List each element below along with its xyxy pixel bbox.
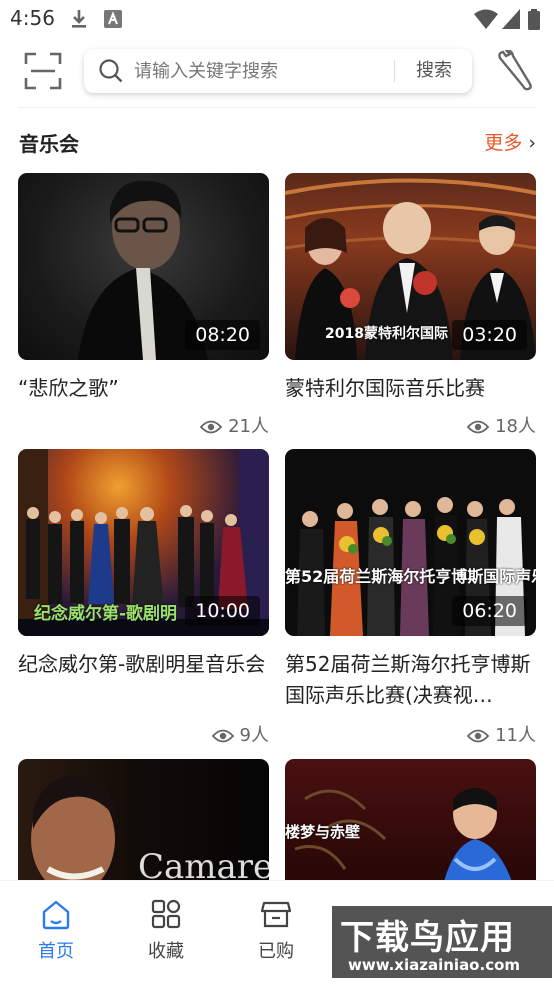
search-button[interactable]: 搜索 (396, 49, 472, 93)
cart-icon (260, 901, 292, 928)
nav-favorites[interactable]: 收藏 (126, 897, 206, 963)
video-title: 纪念威尔第-歌剧明星音乐会 (18, 652, 266, 676)
top-bar: 搜索 (0, 44, 554, 100)
video-caption: 第52届荷兰斯海尔托亨博斯国际声乐比赛 (285, 567, 536, 586)
nav-purchased[interactable]: 已购 (236, 897, 316, 963)
nav-home[interactable]: 首页 (16, 897, 96, 963)
video-caption: Camare (138, 847, 269, 880)
search-icon (98, 58, 124, 84)
scan-icon (24, 52, 62, 90)
duration-badge: 03:20 (452, 320, 527, 350)
app-notification-icon (104, 10, 122, 32)
eye-icon (466, 420, 490, 434)
video-title: 第52届荷兰斯海尔托亨博斯国际声乐比赛(决赛视… (285, 652, 531, 707)
more-link[interactable]: 更多 › (484, 128, 536, 155)
nav-label: 收藏 (148, 941, 184, 962)
signal-icon (502, 9, 520, 33)
watermark-url: www.xiazainiao.com (348, 956, 521, 974)
view-count-text: 11人 (495, 725, 536, 746)
section-title: 音乐会 (19, 132, 79, 156)
wifi-icon (474, 9, 498, 33)
video-card[interactable]: 08:20 “悲欣之歌” 21人 (18, 173, 269, 443)
grid-icon (151, 899, 181, 929)
watermark-main: 下载鸟应用 (340, 918, 515, 958)
video-thumbnail: 纪念威尔第-歌剧明 10:00 (18, 449, 269, 636)
tools-button[interactable] (494, 49, 536, 92)
search-divider (394, 60, 395, 82)
duration-badge: 10:00 (185, 596, 260, 626)
view-count: 9人 (211, 721, 269, 747)
view-count-text: 21人 (228, 416, 269, 437)
video-card[interactable]: 第52届荷兰斯海尔托亨博斯国际声乐比赛 06:20 第52届荷兰斯海尔托亨博斯国… (285, 449, 536, 749)
video-caption: 2018蒙特利尔国际 (325, 326, 448, 342)
status-time: 4:56 (10, 6, 55, 30)
eye-icon (199, 420, 223, 434)
video-caption: 纪念威尔第-歌剧明 (34, 604, 178, 624)
search-box: 搜索 (84, 49, 472, 93)
duration-badge: 06:20 (452, 596, 527, 626)
video-thumbnail: 08:20 (18, 173, 269, 360)
status-bar: 4:56 (0, 0, 554, 38)
divider (18, 107, 536, 108)
battery-icon (528, 9, 540, 34)
more-label: 更多 (484, 132, 523, 154)
search-input[interactable] (134, 49, 394, 93)
watermark: 下载鸟应用 www.xiazainiao.com (332, 906, 552, 978)
video-thumbnail: 第52届荷兰斯海尔托亨博斯国际声乐比赛 06:20 (285, 449, 536, 636)
video-card[interactable]: 纪念威尔第-歌剧明 10:00 纪念威尔第-歌剧明星音乐会 9人 (18, 449, 269, 749)
view-count: 18人 (466, 412, 536, 438)
scan-button[interactable] (22, 50, 64, 92)
video-card[interactable]: 楼梦与赤壁 (285, 759, 536, 880)
view-count: 21人 (199, 412, 269, 438)
eye-icon (466, 729, 490, 743)
home-icon (42, 900, 70, 930)
section-header: 音乐会 更多 › (0, 122, 554, 162)
view-count-text: 9人 (239, 725, 269, 746)
video-card[interactable]: Camare (18, 759, 269, 880)
video-card[interactable]: 2018蒙特利尔国际 03:20 蒙特利尔国际音乐比赛 18人 (285, 173, 536, 443)
chevron-right-icon: › (528, 132, 536, 154)
video-title: 蒙特利尔国际音乐比赛 (285, 376, 485, 400)
duration-badge: 08:20 (185, 320, 260, 350)
wrench-icon (498, 49, 532, 91)
nav-label: 已购 (258, 941, 294, 962)
video-title: “悲欣之歌” (18, 376, 119, 400)
video-caption: 楼梦与赤壁 (285, 823, 361, 841)
view-count: 11人 (466, 721, 536, 747)
video-thumbnail: Camare (18, 759, 269, 880)
view-count-text: 18人 (495, 416, 536, 437)
eye-icon (211, 729, 234, 743)
nav-label: 首页 (38, 941, 74, 962)
video-thumbnail: 楼梦与赤壁 (285, 759, 536, 880)
download-icon (70, 9, 88, 33)
video-thumbnail: 2018蒙特利尔国际 03:20 (285, 173, 536, 360)
